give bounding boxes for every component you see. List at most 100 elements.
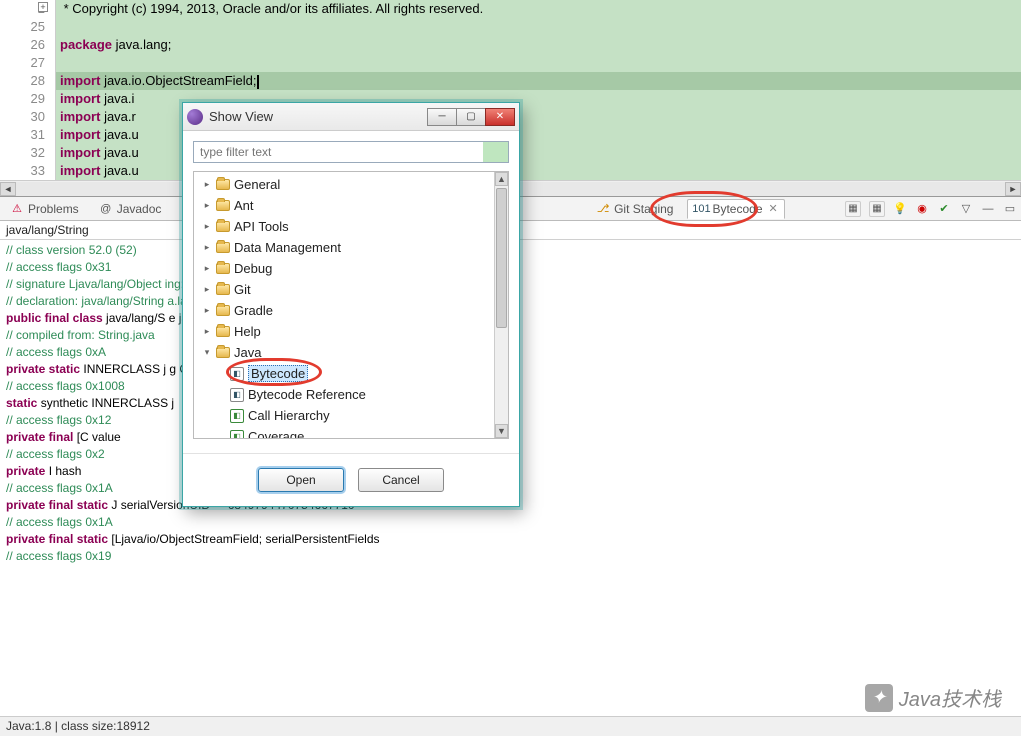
chevron-down-icon[interactable]: ▾ [202, 347, 212, 358]
tree-folder[interactable]: ▸ Help [196, 321, 492, 342]
minimize-icon[interactable]: ― [981, 202, 995, 216]
view-tree[interactable]: ▸General▸Ant▸API Tools▸Data Management▸D… [193, 171, 509, 439]
code-line[interactable]: 27 [0, 54, 1021, 72]
tree-item[interactable]: ◧ Bytecode Reference [196, 384, 492, 405]
tree-item-label: Data Management [234, 240, 341, 255]
tab-bytecode[interactable]: 101 Bytecode ✕ [687, 199, 784, 219]
line-number: 28 [0, 72, 56, 90]
toolbar-button[interactable]: ✔ [937, 202, 951, 216]
scrollbar[interactable]: ▲ ▼ [494, 172, 508, 438]
view-icon: ◧ [230, 388, 244, 402]
scroll-thumb[interactable] [496, 188, 507, 328]
tab-problems[interactable]: ⚠ Problems [4, 200, 85, 218]
line-number: 29 [0, 90, 56, 108]
wechat-icon: ✦ [865, 684, 893, 712]
cancel-button[interactable]: Cancel [358, 468, 444, 492]
eclipse-icon [187, 109, 203, 125]
tree-item[interactable]: ◧ Coverage [196, 426, 492, 438]
filter-input[interactable] [193, 141, 509, 163]
tree-item-label: Bytecode Reference [248, 387, 366, 402]
tree-item-label: Coverage [248, 429, 304, 438]
scroll-left-arrow[interactable]: ◄ [0, 182, 16, 196]
javadoc-icon: @ [99, 202, 113, 216]
code-text[interactable]: import java.io.ObjectStreamField; [56, 72, 1021, 90]
tree-item-label: Git [234, 282, 251, 297]
code-text[interactable]: * Copyright (c) 1994, 2013, Oracle and/o… [56, 0, 1021, 18]
expand-icon[interactable]: + [38, 2, 48, 12]
tree-folder[interactable]: ▸ Ant [196, 195, 492, 216]
code-text[interactable] [56, 18, 1021, 36]
status-bar: Java:1.8 | class size:18912 [0, 716, 1021, 736]
folder-icon [216, 347, 230, 358]
code-line[interactable]: 26package java.lang; [0, 36, 1021, 54]
tree-folder[interactable]: ▾Java [196, 342, 492, 363]
toolbar-button[interactable]: ◉ [915, 202, 929, 216]
code-line[interactable]: 2+ * Copyright (c) 1994, 2013, Oracle an… [0, 0, 1021, 18]
git-icon: ⎇ [596, 202, 610, 216]
tree-item-label: Bytecode [248, 365, 308, 382]
tree-item-label: Help [234, 324, 261, 339]
chevron-down-icon[interactable]: ▽ [959, 202, 973, 216]
chevron-right-icon[interactable]: ▸ [202, 263, 212, 274]
close-icon[interactable]: ✕ [769, 202, 778, 215]
tab-label: Git Staging [614, 202, 673, 216]
chevron-right-icon[interactable]: ▸ [202, 221, 212, 232]
tree-folder[interactable]: ▸API Tools [196, 216, 492, 237]
tree-folder[interactable]: ▸General [196, 174, 492, 195]
problems-icon: ⚠ [10, 202, 24, 216]
bulb-icon[interactable]: 💡 [893, 202, 907, 216]
tree-item[interactable]: ◧Call Hierarchy [196, 405, 492, 426]
scroll-up-arrow[interactable]: ▲ [495, 172, 508, 186]
tree-folder[interactable]: ▸ Git [196, 279, 492, 300]
open-button[interactable]: Open [258, 468, 344, 492]
line-number: 31 [0, 126, 56, 144]
chevron-right-icon[interactable]: ▸ [202, 179, 212, 190]
tree-folder[interactable]: ▸ Debug [196, 258, 492, 279]
line-number: 25 [0, 18, 56, 36]
dialog-titlebar[interactable]: Show View ─ ▢ ✕ [183, 103, 519, 131]
folder-icon [216, 263, 230, 274]
tab-javadoc[interactable]: @ Javadoc [93, 200, 168, 218]
scroll-right-arrow[interactable]: ► [1005, 182, 1021, 196]
view-icon: ◧ [230, 430, 244, 439]
line-number: 33 [0, 162, 56, 180]
close-button[interactable]: ✕ [485, 108, 515, 126]
tree-folder[interactable]: ▸ Data Management [196, 237, 492, 258]
tree-item-label: Debug [234, 261, 272, 276]
code-text[interactable] [56, 54, 1021, 72]
view-icon: ◧ [230, 367, 244, 381]
toolbar-button[interactable]: ▦ [869, 201, 885, 217]
code-line[interactable]: 25 [0, 18, 1021, 36]
maximize-icon[interactable]: ▭ [1003, 202, 1017, 216]
tree-item[interactable]: ◧ Bytecode [196, 363, 492, 384]
code-line[interactable]: 28import java.io.ObjectStreamField; [0, 72, 1021, 90]
tree-item-label: Ant [234, 198, 254, 213]
minimize-button[interactable]: ─ [427, 108, 457, 126]
folder-icon [216, 242, 230, 253]
chevron-right-icon[interactable]: ▸ [202, 305, 212, 316]
line-number: 30 [0, 108, 56, 126]
code-text[interactable]: package java.lang; [56, 36, 1021, 54]
tree-item-label: Call Hierarchy [248, 408, 330, 423]
folder-icon [216, 179, 230, 190]
chevron-right-icon[interactable]: ▸ [202, 242, 212, 253]
tree-item-label: Gradle [234, 303, 273, 318]
line-number: 32 [0, 144, 56, 162]
line-number: 26 [0, 36, 56, 54]
bytecode-line: private final static [Ljava/io/ObjectStr… [6, 531, 1015, 548]
scroll-down-arrow[interactable]: ▼ [495, 424, 508, 438]
tab-git-staging[interactable]: ⎇ Git Staging [590, 200, 679, 218]
tree-folder[interactable]: ▸ Gradle [196, 300, 492, 321]
chevron-right-icon[interactable]: ▸ [202, 200, 212, 211]
folder-icon [216, 200, 230, 211]
bytecode-icon: 101 [694, 202, 708, 216]
bytecode-line: // access flags 0x1A [6, 514, 1015, 531]
chevron-right-icon[interactable]: ▸ [202, 284, 212, 295]
tab-label: Bytecode [712, 202, 762, 216]
folder-icon [216, 221, 230, 232]
maximize-button[interactable]: ▢ [456, 108, 486, 126]
tab-label: Problems [28, 202, 79, 216]
dialog-title: Show View [209, 109, 422, 124]
toolbar-button[interactable]: ▦ [845, 201, 861, 217]
chevron-right-icon[interactable]: ▸ [202, 326, 212, 337]
